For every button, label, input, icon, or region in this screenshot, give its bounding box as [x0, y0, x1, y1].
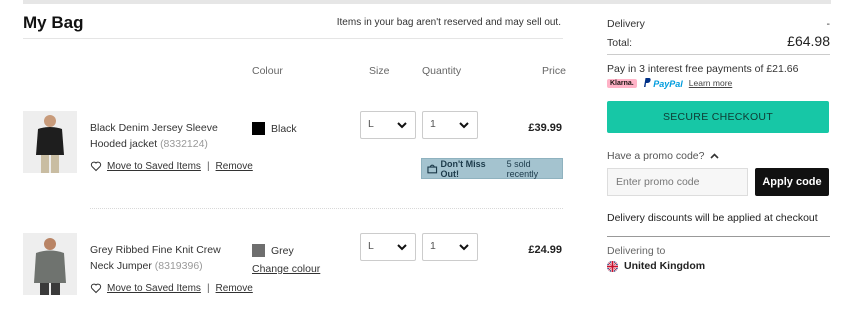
- quantity-select[interactable]: 1: [422, 233, 478, 261]
- paypal-icon: [643, 77, 651, 87]
- delivery-value: -: [826, 18, 831, 30]
- country-name: United Kingdom: [624, 260, 706, 272]
- size-select[interactable]: L: [360, 111, 416, 139]
- item-price: £24.99: [528, 244, 562, 256]
- apply-code-button[interactable]: Apply code: [755, 168, 829, 196]
- product-image-jacket[interactable]: [23, 111, 77, 173]
- move-to-saved-link[interactable]: Move to Saved Items: [107, 161, 201, 172]
- divider: [607, 236, 830, 237]
- size-select[interactable]: L: [360, 233, 416, 261]
- column-header-size: Size: [369, 65, 390, 77]
- paypal-text: PayPal: [653, 78, 683, 89]
- reservation-notice: Items in your bag aren't reserved and ma…: [336, 17, 561, 28]
- item-actions: Move to Saved Items | Remove: [90, 282, 253, 294]
- delivery-country[interactable]: United Kingdom: [607, 260, 705, 272]
- remove-link[interactable]: Remove: [216, 161, 253, 172]
- total-value: £64.98: [787, 33, 830, 49]
- badge-heading: Don't Miss Out!: [440, 158, 486, 179]
- change-colour-link[interactable]: Change colour: [252, 263, 320, 275]
- divider: [607, 54, 830, 55]
- klarna-installments-text: Pay in 3 interest free payments of £21.6…: [607, 63, 799, 75]
- heart-icon[interactable]: [90, 282, 102, 294]
- separator: |: [206, 160, 210, 172]
- colour-name: Black: [271, 123, 297, 135]
- delivery-discount-note: Delivery discounts will be applied at ch…: [607, 212, 818, 224]
- shopping-bag-icon: [427, 164, 438, 173]
- column-header-quantity: Quantity: [422, 65, 462, 77]
- product-name[interactable]: Black Denim Jersey Sleeve Hooded jacket …: [90, 120, 240, 152]
- secure-checkout-button[interactable]: SECURE CHECKOUT: [607, 101, 829, 133]
- page-title: My Bag: [23, 13, 84, 32]
- chevron-down-icon: [397, 244, 407, 251]
- learn-more-link[interactable]: Learn more: [689, 78, 732, 88]
- colour-name: Grey: [271, 245, 294, 257]
- heart-icon[interactable]: [90, 160, 102, 172]
- quantity-value: 1: [430, 118, 436, 130]
- payment-options: Klarna. PayPal Learn more: [607, 77, 732, 89]
- promo-code-input[interactable]: [607, 168, 748, 196]
- dont-miss-out-badge: Don't Miss Out! 5 sold recently: [421, 158, 563, 179]
- promo-code-toggle[interactable]: Have a promo code?: [607, 150, 720, 162]
- chevron-up-icon: [710, 153, 720, 159]
- promo-question: Have a promo code?: [607, 150, 705, 162]
- chevron-down-icon: [459, 122, 469, 129]
- divider: [23, 38, 563, 39]
- colour-swatch-grey: [252, 244, 265, 257]
- item-actions: Move to Saved Items | Remove: [90, 160, 253, 172]
- chevron-down-icon: [397, 122, 407, 129]
- item-divider: [90, 208, 563, 209]
- move-to-saved-link[interactable]: Move to Saved Items: [107, 283, 201, 294]
- item-price: £39.99: [528, 122, 562, 134]
- remove-link[interactable]: Remove: [216, 283, 253, 294]
- total-label: Total:: [607, 37, 633, 49]
- product-image-jumper[interactable]: [23, 233, 77, 295]
- quantity-value: 1: [430, 240, 436, 252]
- paypal-logo: PayPal: [643, 77, 683, 89]
- size-value: L: [368, 118, 374, 130]
- product-name[interactable]: Grey Ribbed Fine Knit Crew Neck Jumper (…: [90, 242, 240, 274]
- column-header-colour: Colour: [252, 65, 283, 77]
- delivering-to-label: Delivering to: [607, 245, 666, 257]
- column-header-price: Price: [542, 65, 566, 77]
- size-value: L: [368, 240, 374, 252]
- product-code: (8332124): [160, 138, 208, 150]
- product-code: (8319396): [154, 260, 203, 272]
- colour-swatch-black: [252, 122, 265, 135]
- quantity-select[interactable]: 1: [422, 111, 478, 139]
- badge-text: 5 sold recently: [506, 158, 539, 179]
- delivery-label: Delivery: [607, 18, 645, 30]
- chevron-down-icon: [459, 244, 469, 251]
- top-border: [23, 0, 831, 4]
- separator: |: [206, 282, 210, 294]
- uk-flag-icon: [607, 260, 618, 272]
- klarna-logo: Klarna.: [607, 78, 637, 88]
